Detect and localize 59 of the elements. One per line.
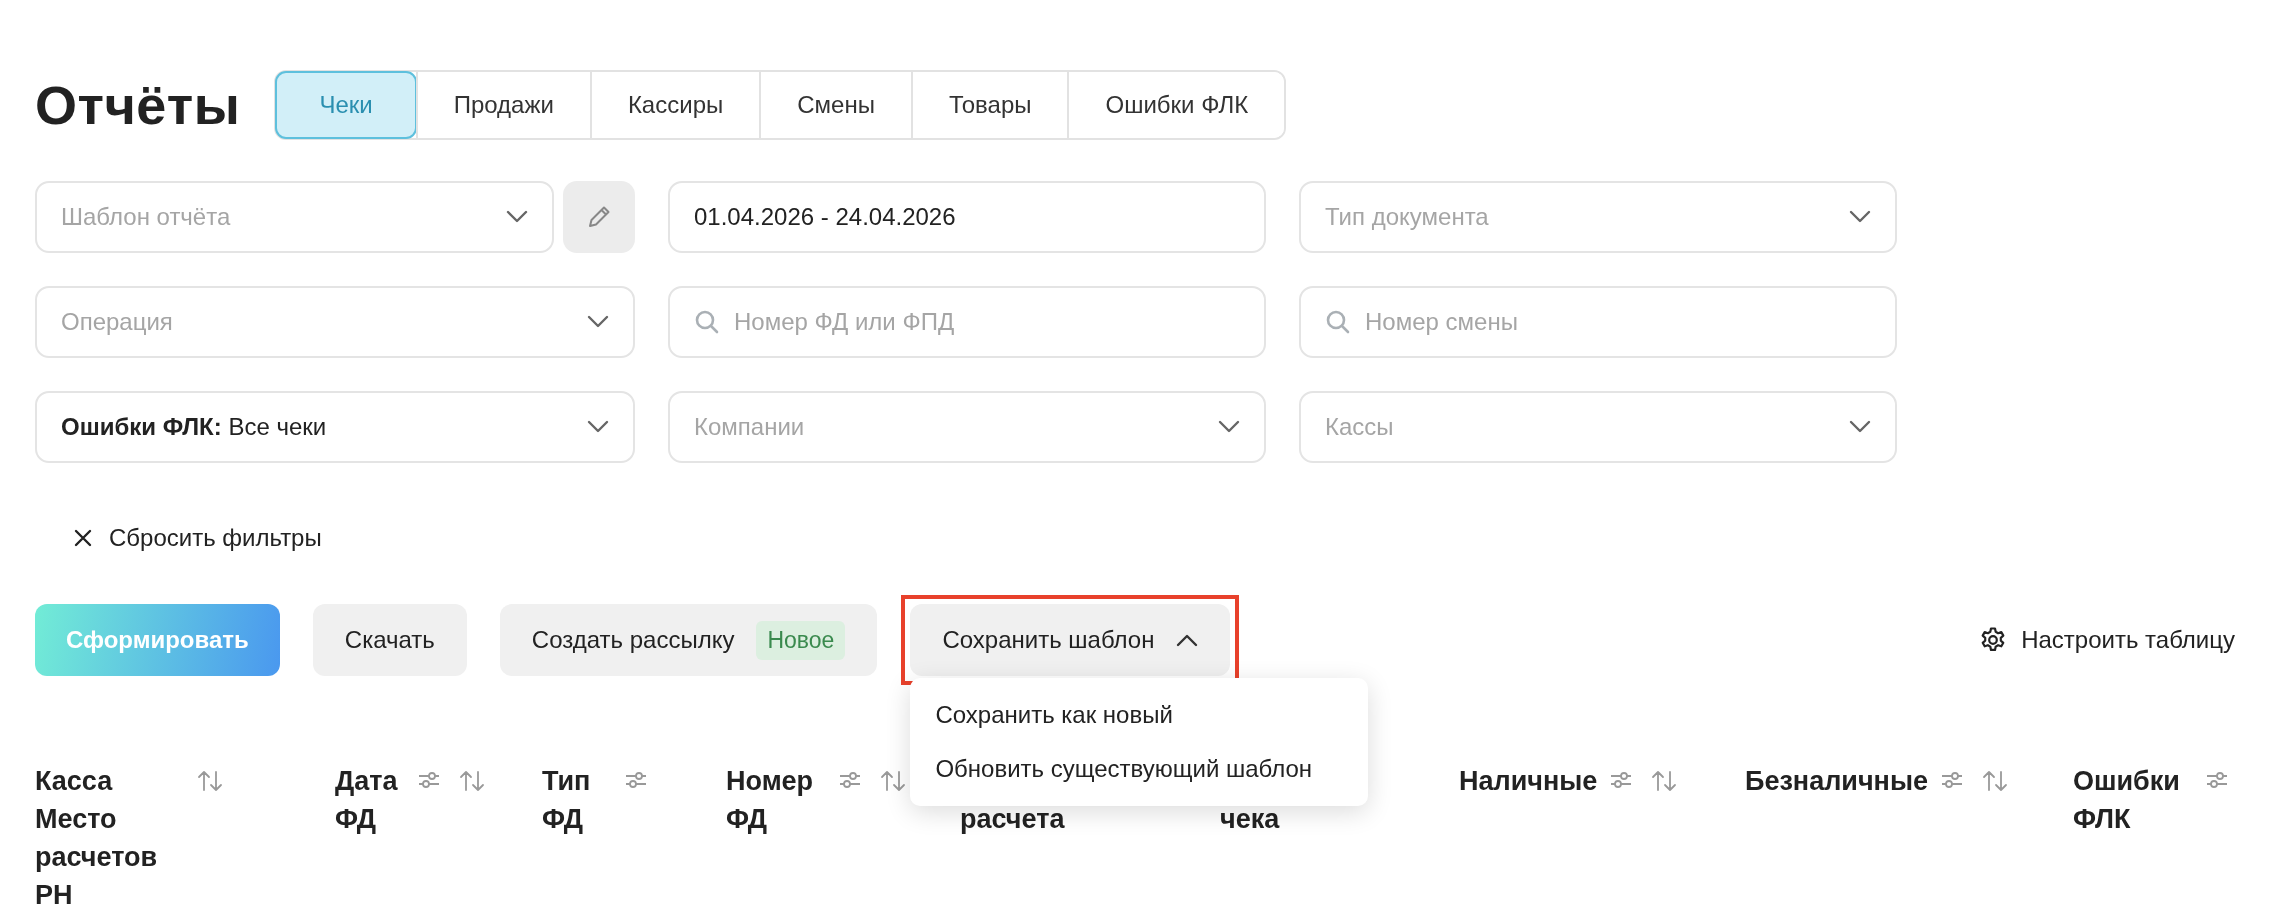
menu-item[interactable]: Сохранить как новый — [910, 688, 1369, 742]
select-field[interactable]: Тип документа — [1299, 181, 1897, 253]
filter-icon[interactable] — [2205, 770, 2229, 790]
chevron-down-icon — [1849, 420, 1871, 434]
field-input[interactable]: Тип документа — [1325, 203, 1835, 231]
field-input[interactable]: Операция — [61, 308, 573, 336]
table-settings-button[interactable]: Настроить таблицу — [1979, 604, 2235, 676]
column-header: Безналичные — [1745, 765, 1928, 798]
sort-icon[interactable] — [1982, 770, 2008, 792]
column-header: чека — [1220, 803, 1280, 836]
menu-item[interactable]: Обновить существующий шаблон — [910, 742, 1369, 796]
search-icon — [1325, 309, 1351, 335]
chevron-down-icon — [1849, 210, 1871, 224]
select-field[interactable]: Компании — [668, 391, 1266, 463]
field-input[interactable]: Номер ФД или ФПД — [734, 308, 1240, 336]
chevron-down-icon — [587, 315, 609, 329]
column-header: Дата ФД — [335, 765, 399, 836]
date-field[interactable]: 01.04.2026 - 24.04.2026 — [668, 181, 1266, 253]
save-template-button[interactable]: Сохранить шаблон — [910, 604, 1231, 676]
sort-icon[interactable] — [459, 770, 485, 792]
edit-button[interactable] — [563, 181, 635, 253]
filter-icon[interactable] — [838, 770, 862, 790]
search-field[interactable]: Номер смены — [1299, 286, 1897, 358]
filter-icon[interactable] — [1940, 770, 1964, 790]
field-input[interactable]: Компании — [694, 413, 1204, 441]
close-icon — [73, 528, 93, 548]
chevron-down-icon — [506, 210, 528, 224]
chevron-down-icon — [587, 420, 609, 434]
field-input[interactable]: Номер смены — [1365, 308, 1871, 336]
select-field[interactable]: Ошибки ФЛК: Все чеки — [35, 391, 635, 463]
new-badge: Новое — [756, 620, 846, 660]
chevron-up-icon — [1176, 633, 1199, 647]
filter-icon[interactable] — [624, 770, 648, 790]
filter-icon[interactable] — [417, 770, 441, 790]
field-input[interactable]: 01.04.2026 - 24.04.2026 — [694, 203, 1240, 231]
select-field[interactable]: Шаблон отчёта — [35, 181, 554, 253]
filter-icon[interactable] — [1609, 770, 1634, 790]
select-field[interactable]: Кассы — [1299, 391, 1897, 463]
sort-icon[interactable] — [1651, 770, 1678, 792]
column-header: Номер ФД — [726, 765, 815, 836]
column-header: Наличные — [1459, 765, 1598, 798]
select-field[interactable]: Операция — [35, 286, 635, 358]
search-icon — [694, 309, 720, 335]
reset-filters-button[interactable]: Сбросить фильтры — [73, 516, 322, 560]
column-header: Ошибки ФЛК — [2073, 765, 2181, 836]
column-header: Касса Место расчетов РН — [35, 765, 159, 912]
page-title: Отчёты — [35, 74, 241, 136]
action-button[interactable]: Скачать — [312, 604, 467, 676]
column-header: Тип ФД — [542, 765, 592, 836]
sort-icon[interactable] — [880, 770, 906, 792]
search-field[interactable]: Номер ФД или ФПД — [668, 286, 1266, 358]
field-input[interactable]: Кассы — [1325, 413, 1835, 441]
chevron-down-icon — [1218, 420, 1240, 434]
action-button[interactable]: Создать рассылку Новое — [499, 604, 878, 676]
tab[interactable]: Ошибки ФЛК — [1067, 72, 1285, 138]
column-header: расчета — [960, 803, 1065, 836]
pencil-icon — [586, 204, 612, 230]
sort-icon[interactable] — [197, 770, 223, 792]
field-input[interactable]: Шаблон отчёта — [61, 203, 492, 231]
